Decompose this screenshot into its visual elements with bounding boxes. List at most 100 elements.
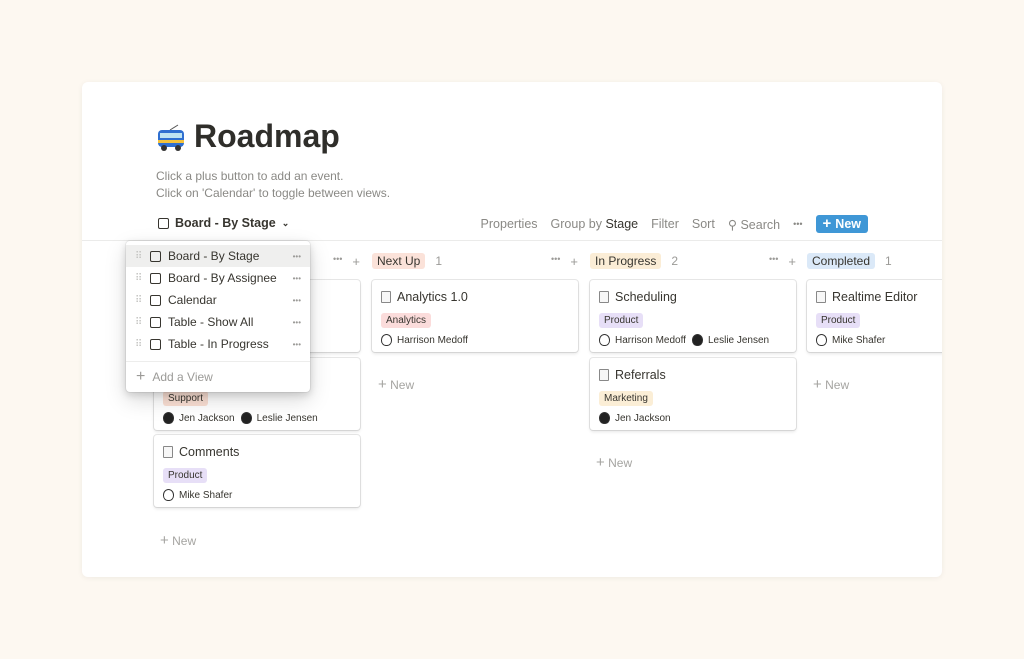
- assignee-name: Harrison Medoff: [615, 334, 686, 346]
- board-column: Completed1•••+Realtime EditorProductMike…: [807, 252, 942, 393]
- add-card-button[interactable]: + New: [378, 376, 414, 393]
- card-tag: Marketing: [599, 391, 653, 406]
- card-title: Realtime Editor: [832, 290, 918, 304]
- assignee: Mike Shafer: [163, 489, 232, 501]
- card-title: Comments: [179, 445, 240, 459]
- add-card-button[interactable]: + New: [596, 454, 632, 471]
- assignee: Jen Jackson: [163, 412, 235, 424]
- table-icon: [150, 338, 161, 350]
- more-icon[interactable]: •••: [293, 296, 301, 305]
- card-tag: Support: [163, 391, 209, 406]
- plus-icon: +: [136, 368, 146, 385]
- page-icon: [816, 291, 826, 303]
- column-more-icon[interactable]: •••: [333, 254, 342, 269]
- add-view-button[interactable]: + Add a View: [126, 366, 310, 388]
- drag-handle-icon[interactable]: ⠿: [135, 339, 143, 350]
- column-header: Next Up 1 ••• +: [372, 252, 578, 270]
- view-menu-item[interactable]: ⠿ Calendar •••: [126, 289, 310, 311]
- new-label: New: [825, 378, 850, 392]
- more-icon[interactable]: •••: [293, 318, 301, 327]
- plus-icon: +: [596, 454, 605, 471]
- more-icon[interactable]: •••: [293, 340, 301, 349]
- description-line: Click on 'Calendar' to toggle between vi…: [156, 186, 391, 200]
- assignee-name: Mike Shafer: [179, 489, 233, 501]
- new-button[interactable]: + New: [815, 215, 868, 233]
- board-column: In Progress 2 ••• + Scheduling Product Harriso…: [590, 252, 796, 471]
- view-label: Calendar: [168, 293, 217, 307]
- add-card-button[interactable]: + New: [813, 376, 849, 393]
- column-name[interactable]: In Progress: [590, 253, 662, 269]
- group-by-button[interactable]: Group by Stage: [551, 217, 639, 231]
- avatar-icon: [163, 412, 174, 424]
- board-icon: [150, 272, 161, 284]
- view-selector-label: Board - By Stage: [175, 216, 276, 230]
- column-add-icon[interactable]: +: [570, 254, 578, 269]
- page-icon: [163, 446, 173, 458]
- column-more-icon[interactable]: •••: [769, 254, 778, 269]
- description-line: Click a plus button to add an event.: [156, 169, 344, 183]
- plus-icon: +: [160, 532, 169, 549]
- search-label: Search: [740, 217, 781, 232]
- add-card-button[interactable]: + New: [160, 532, 196, 549]
- view-menu-item[interactable]: ⠿ Board - By Assignee •••: [126, 267, 310, 289]
- card-tag: Product: [599, 313, 644, 328]
- assignee: Mike Shafer: [816, 334, 885, 346]
- filter-button[interactable]: Filter: [651, 217, 679, 231]
- column-more-icon[interactable]: •••: [551, 254, 560, 269]
- more-icon[interactable]: •••: [293, 252, 301, 261]
- new-label: New: [172, 534, 197, 548]
- title-text: Roadmap: [194, 118, 340, 154]
- view-label: Board - By Stage: [168, 249, 260, 263]
- avatar-icon: [599, 334, 610, 346]
- card-tag: Product: [816, 313, 861, 328]
- column-count: 2: [671, 254, 679, 268]
- column-header: In Progress 2 ••• +: [590, 252, 796, 270]
- assignee: Jen Jackson: [599, 412, 671, 424]
- drag-handle-icon[interactable]: ⠿: [135, 273, 143, 284]
- card-tag: Product: [163, 468, 208, 483]
- board-card[interactable]: Comments Product Mike Shafer: [154, 435, 360, 507]
- board-card[interactable]: Referrals Marketing Jen Jackson: [590, 358, 796, 430]
- column-name[interactable]: Completed: [807, 253, 876, 269]
- menu-divider: [126, 361, 310, 362]
- sort-button[interactable]: Sort: [692, 217, 715, 231]
- views-menu: ⠿ Board - By Stage ••• ⠿ Board - By Assignee…: [126, 241, 310, 392]
- drag-handle-icon[interactable]: ⠿: [135, 317, 143, 328]
- assignee: Leslie Jensen: [240, 412, 318, 424]
- drag-handle-icon[interactable]: ⠿: [135, 295, 143, 306]
- avatar-icon: [691, 334, 703, 346]
- assignee: Leslie Jensen: [691, 334, 770, 346]
- column-add-icon[interactable]: +: [352, 254, 360, 269]
- avatar-icon: [599, 412, 610, 424]
- column-name[interactable]: Next Up: [372, 253, 426, 269]
- page-icon: [599, 369, 609, 381]
- avatar-icon: [816, 334, 827, 346]
- search-button[interactable]: ⚲ Search: [728, 217, 780, 232]
- view-menu-item[interactable]: ⠿ Table - Show All •••: [126, 311, 310, 333]
- avatar-icon: [381, 334, 392, 346]
- avatar-icon: [163, 489, 174, 501]
- view-menu-item[interactable]: ⠿ Board - By Stage •••: [126, 245, 310, 267]
- assignee-name: Leslie Jensen: [256, 412, 318, 424]
- board-card[interactable]: Scheduling Product Harrison Medoff Leslie J…: [590, 280, 796, 352]
- column-add-icon[interactable]: +: [788, 254, 796, 269]
- board-icon: [150, 250, 161, 262]
- trolleybus-icon: [156, 123, 186, 151]
- properties-button[interactable]: Properties: [481, 217, 538, 231]
- view-menu-item[interactable]: ⠿ Table - In Progress •••: [126, 333, 310, 355]
- card-title: Referrals: [615, 368, 666, 382]
- new-label: New: [608, 456, 633, 470]
- plus-icon: +: [822, 215, 832, 232]
- board-card[interactable]: Analytics 1.0 Analytics Harrison Medoff: [372, 280, 578, 352]
- assignee: Harrison Medoff: [381, 334, 468, 346]
- drag-handle-icon[interactable]: ⠿: [135, 251, 143, 262]
- page-icon: [381, 291, 391, 303]
- more-button[interactable]: •••: [793, 219, 802, 229]
- assignee-name: Leslie Jensen: [707, 334, 770, 346]
- page-title: Roadmap: [156, 118, 340, 155]
- board-card[interactable]: Realtime Editor Product Mike Shafer: [807, 280, 942, 352]
- view-selector[interactable]: Board - By Stage ⌄: [158, 216, 289, 230]
- new-button-label: New: [835, 217, 861, 231]
- toolbar: Properties Group by Stage Filter Sort ⚲ …: [481, 215, 868, 233]
- more-icon[interactable]: •••: [293, 274, 301, 283]
